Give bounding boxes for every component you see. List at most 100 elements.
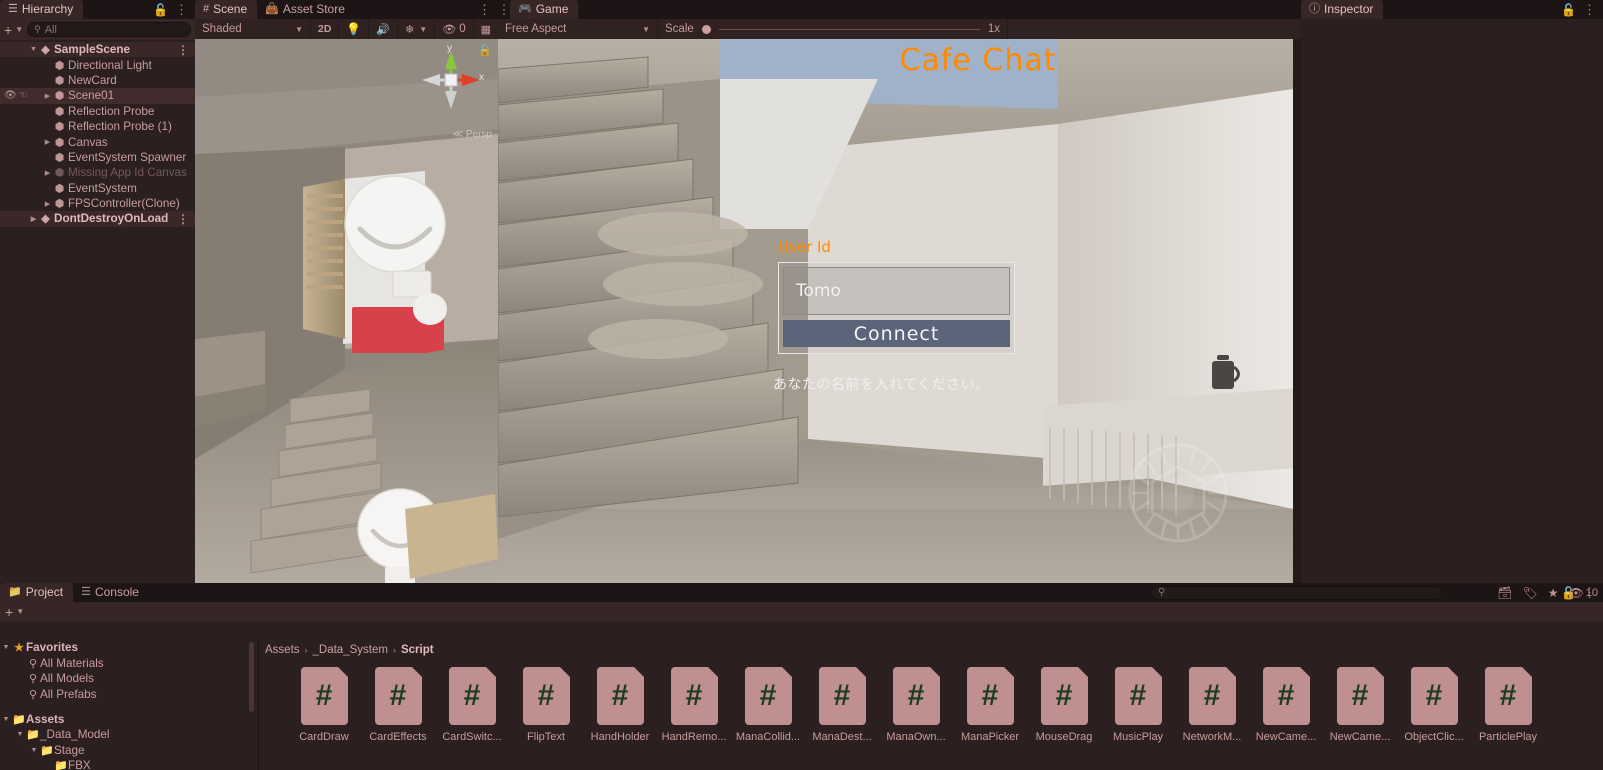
scene-audio-toggle[interactable]: 🔊 bbox=[369, 19, 399, 39]
tab-hierarchy[interactable]: ☰ Hierarchy bbox=[0, 0, 84, 19]
eye-icon[interactable]: 👁 bbox=[4, 90, 17, 101]
hierarchy-item-directional-light[interactable]: ⬢ Directional Light bbox=[0, 57, 195, 72]
asset-item[interactable]: # FlipText bbox=[509, 667, 583, 743]
tab-scene[interactable]: # Scene bbox=[195, 0, 258, 19]
hierarchy-item-reflection-probe-1[interactable]: ⬢ Reflection Probe (1) bbox=[0, 119, 195, 134]
lock-icon[interactable]: 🔓 bbox=[1561, 3, 1576, 17]
hierarchy-item-scene01[interactable]: 👁 ☜ ▶ ⬢ Scene01 bbox=[0, 88, 195, 104]
hierarchy-item-reflection-probe[interactable]: ⬢ Reflection Probe bbox=[0, 104, 195, 119]
hand-pick-icon[interactable]: ☜ bbox=[19, 90, 28, 101]
tab-game[interactable]: 🎮 Game bbox=[510, 0, 579, 19]
hierarchy-tree[interactable]: ▼ ◈ SampleScene ⋮ ⬢ Directional Light ⬢ NewCard… bbox=[0, 40, 195, 227]
project-search-input[interactable]: ⚲ bbox=[1151, 585, 1443, 600]
project-tree-item-favorites[interactable]: ▼ ★ Favorites bbox=[0, 640, 258, 656]
hierarchy-item-samplescene[interactable]: ▼ ◈ SampleScene ⋮ bbox=[0, 42, 195, 58]
chevron-right-icon[interactable]: ▶ bbox=[42, 92, 53, 100]
visibility-count-icon[interactable]: 👁 10 bbox=[1569, 586, 1598, 600]
favorite-star-icon[interactable]: ★ bbox=[1548, 586, 1559, 600]
hierarchy-visibility-gutter[interactable]: 👁 ☜ bbox=[0, 90, 28, 101]
tab-console-label: Console bbox=[94, 585, 139, 599]
asset-item[interactable]: # CardEffects bbox=[361, 667, 435, 743]
hierarchy-item-eventsystem[interactable]: ⬢ EventSystem bbox=[0, 181, 195, 196]
chevron-right-icon[interactable]: ▶ bbox=[42, 169, 53, 177]
hierarchy-item-missing-app-id-canvas[interactable]: ▶ ⬢ Missing App Id Canvas bbox=[0, 165, 195, 180]
scene-orientation-gizmo[interactable]: x y bbox=[418, 43, 484, 113]
chevron-right-icon[interactable]: ▶ bbox=[28, 215, 39, 223]
hierarchy-item-eventsystem-spawner[interactable]: ⬢ EventSystem Spawner bbox=[0, 150, 195, 165]
breadcrumb-item-script[interactable]: Script bbox=[401, 644, 434, 656]
project-tree-item-all-models[interactable]: ⚲ All Models bbox=[0, 671, 258, 687]
save-filter-icon[interactable]: 🗃 bbox=[1497, 586, 1512, 600]
project-tree-item-stage[interactable]: ▼ 📁 Stage bbox=[0, 743, 258, 759]
aspect-ratio-dropdown[interactable]: Free Aspect ▼ bbox=[498, 19, 658, 39]
game-scale-slider[interactable]: Scale 1x bbox=[658, 19, 1008, 39]
project-tree-item-data-model[interactable]: ▼ 📁 _Data_Model bbox=[0, 727, 258, 743]
kebab-menu-icon[interactable]: ⋮ bbox=[175, 3, 188, 16]
lock-icon[interactable]: 🔓 bbox=[153, 3, 168, 17]
kebab-menu-icon[interactable]: ⋮ bbox=[1583, 3, 1596, 16]
project-tree-scrollbar-track[interactable] bbox=[249, 640, 256, 770]
scene-lighting-toggle[interactable]: 💡 bbox=[339, 19, 370, 39]
hierarchy-search-input[interactable]: ⚲ All bbox=[27, 22, 191, 37]
scale-slider-track[interactable] bbox=[718, 28, 980, 30]
asset-item[interactable]: # ManaCollid... bbox=[731, 667, 805, 743]
asset-item[interactable]: # ManaOwn... bbox=[879, 667, 953, 743]
breadcrumb-item-data-system[interactable]: _Data_System bbox=[313, 644, 388, 656]
project-asset-grid[interactable]: Assets › _Data_System › Script # CardDraw # Car… bbox=[259, 640, 1603, 770]
breadcrumb-item-assets[interactable]: Assets bbox=[265, 644, 300, 656]
asset-item[interactable]: # NewCame... bbox=[1323, 667, 1397, 743]
toggle-2d-button[interactable]: 2D bbox=[311, 19, 340, 39]
chevron-right-icon[interactable]: ▶ bbox=[42, 138, 53, 146]
project-folder-tree[interactable]: ▼ ★ Favorites ⚲ All Materials ⚲ All Models ⚲ All… bbox=[0, 640, 258, 770]
chevron-right-icon[interactable]: ▶ bbox=[42, 200, 53, 208]
kebab-menu-icon[interactable]: ⋮ bbox=[177, 44, 189, 56]
label-tag-icon[interactable]: 🏷 bbox=[1523, 586, 1538, 600]
kebab-menu-icon[interactable]: ⋮ bbox=[177, 213, 189, 225]
asset-item[interactable]: # CardDraw bbox=[287, 667, 361, 743]
asset-item[interactable]: # HandHolder bbox=[583, 667, 657, 743]
project-tree-item-all-prefabs[interactable]: ⚲ All Prefabs bbox=[0, 687, 258, 703]
scene-grid-toggle[interactable]: ▦ bbox=[474, 19, 498, 39]
asset-item[interactable]: # NetworkM... bbox=[1175, 667, 1249, 743]
chevron-down-icon[interactable]: ▼ bbox=[28, 747, 40, 754]
asset-item[interactable]: # CardSwitc... bbox=[435, 667, 509, 743]
asset-item[interactable]: # ObjectClic... bbox=[1397, 667, 1471, 743]
hierarchy-item-fpscontroller-clone[interactable]: ▶ ⬢ FPSController(Clone) bbox=[0, 196, 195, 211]
chevron-down-icon[interactable]: ▼ bbox=[0, 644, 12, 651]
scene-fx-dropdown[interactable]: ▼ bbox=[417, 19, 436, 39]
scale-slider-handle[interactable] bbox=[701, 24, 711, 34]
add-gameobject-button[interactable]: + ▼ bbox=[4, 23, 23, 37]
tab-project[interactable]: 📁 Project bbox=[0, 583, 74, 602]
tab-console[interactable]: ☰ Console bbox=[73, 583, 149, 602]
chevron-down-icon[interactable]: ▼ bbox=[28, 46, 39, 53]
shading-mode-dropdown[interactable]: Shaded ▼ bbox=[195, 19, 311, 39]
game-viewport[interactable]: Cafe Chat User Id Tomo Connect あなたの名前を入れ… bbox=[498, 39, 1293, 583]
project-tree-scrollbar-thumb[interactable] bbox=[249, 642, 254, 712]
scene-panel-kebab-menu-icon[interactable]: ⋮ bbox=[498, 3, 511, 16]
hierarchy-item-dontdestroyonload[interactable]: ▶ ◈ DontDestroyOnLoad ⋮ bbox=[0, 211, 195, 227]
tab-asset-store[interactable]: 👜 Asset Store bbox=[257, 0, 355, 19]
scene-fx-toggle[interactable]: ❄ bbox=[398, 19, 417, 39]
kebab-menu-icon[interactable]: ⋮ bbox=[478, 3, 491, 16]
scene-viewport[interactable]: 🔓 x y ≪ Persp bbox=[195, 39, 498, 583]
asset-item[interactable]: # MouseDrag bbox=[1027, 667, 1101, 743]
asset-item[interactable]: # MusicPlay bbox=[1101, 667, 1175, 743]
asset-item[interactable]: # ManaPicker bbox=[953, 667, 1027, 743]
connect-button[interactable]: Connect bbox=[783, 320, 1010, 347]
user-id-input[interactable]: Tomo bbox=[783, 267, 1010, 315]
asset-item[interactable]: # ManaDest... bbox=[805, 667, 879, 743]
create-asset-button[interactable]: + ▼ bbox=[5, 605, 24, 619]
asset-item[interactable]: # NewCame... bbox=[1249, 667, 1323, 743]
project-tree-item-all-materials[interactable]: ⚲ All Materials bbox=[0, 656, 258, 672]
project-tree-item-fbx[interactable]: 📁 FBX bbox=[0, 758, 258, 770]
asset-item[interactable]: # ParticlePlay bbox=[1471, 667, 1545, 743]
hierarchy-item-canvas[interactable]: ▶ ⬢ Canvas bbox=[0, 134, 195, 149]
scene-perspective-label[interactable]: ≪ Persp bbox=[453, 129, 492, 140]
asset-item[interactable]: # HandRemo... bbox=[657, 667, 731, 743]
chevron-down-icon[interactable]: ▼ bbox=[0, 716, 12, 723]
hierarchy-item-newcard[interactable]: ⬢ NewCard bbox=[0, 73, 195, 88]
project-tree-item-assets[interactable]: ▼ 📁 Assets bbox=[0, 711, 258, 727]
tab-inspector[interactable]: ⓘ Inspector bbox=[1301, 0, 1384, 19]
scene-visibility-toggle[interactable]: 👁 0 bbox=[435, 19, 474, 39]
chevron-down-icon[interactable]: ▼ bbox=[14, 731, 26, 738]
